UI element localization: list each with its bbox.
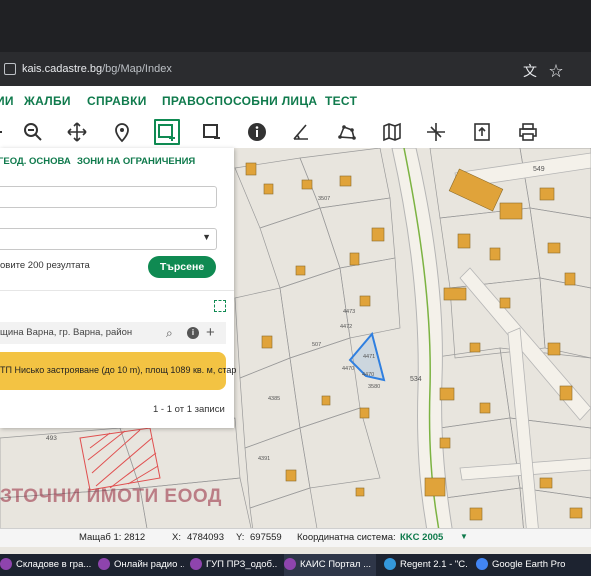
map-status-bar: Мащаб 1: 2812 X: 4784093 Y: 697559 Коорд… <box>0 528 591 547</box>
scale-value[interactable]: 2812 <box>124 532 145 543</box>
menu-item-partial[interactable]: ИИ <box>0 94 14 108</box>
tab-geodetic-base[interactable]: ГЕОД. ОСНОВА <box>0 156 71 167</box>
scale-label: Мащаб 1: <box>79 532 122 543</box>
parcel-label: 4470 <box>362 372 374 378</box>
app-icon <box>190 558 202 571</box>
parcel-label: 493 <box>46 435 57 442</box>
measure-area-icon[interactable] <box>336 121 358 143</box>
search-panel: ГЕОД. ОСНОВА ЗОНИ НА ОГРАНИЧЕНИЯ ▼ овите… <box>0 148 236 428</box>
menu-item-licensed-persons[interactable]: ПРАВОСПОСОБНИ ЛИЦА <box>162 94 317 108</box>
taskbar-item[interactable]: ГУП ПРЗ_одоб... <box>190 554 278 576</box>
parcel-label: 4391 <box>258 456 270 462</box>
x-coordinate: 4784093 <box>187 532 224 543</box>
site-menu: ИИ ЖАЛБИ СПРАВКИ ПРАВОСПОСОБНИ ЛИЦА ТЕСТ <box>0 86 591 117</box>
search-icon[interactable]: ⌕ <box>166 322 173 344</box>
taskbar-item[interactable]: Складове в гра... <box>0 554 92 576</box>
parcel-label: 534 <box>410 376 422 383</box>
y-label: Y: <box>236 532 245 543</box>
taskbar-item-active[interactable]: КАИС Портал ... <box>284 554 376 576</box>
translate-icon[interactable]: 文 <box>523 63 549 79</box>
url-text[interactable]: kais.cadastre.bg/bg/Map/Index <box>4 63 172 76</box>
export-icon[interactable] <box>471 121 493 143</box>
parcel-label: 4472 <box>340 324 352 330</box>
os-taskbar: Складове в гра... Онлайн радио ... ГУП П… <box>0 554 591 576</box>
location-pin-icon[interactable] <box>111 121 133 143</box>
coordinates-icon[interactable] <box>425 121 447 143</box>
search-type-select[interactable]: ▼ <box>0 228 217 250</box>
parcel-label: 3580 <box>368 384 380 390</box>
address-bar[interactable]: kais.cadastre.bg/bg/Map/Index 文☆ <box>0 52 591 86</box>
chevron-down-icon: ▼ <box>202 232 211 242</box>
info-icon[interactable]: i <box>187 327 199 339</box>
parcel-label: 3507 <box>318 196 330 202</box>
app-icon <box>98 558 110 571</box>
search-button[interactable]: Търсене <box>148 256 216 278</box>
search-text-input[interactable] <box>0 186 217 208</box>
taskbar-item[interactable]: Онлайн радио ... <box>98 554 184 576</box>
taskbar-item[interactable]: Google Earth Pro <box>476 554 591 576</box>
parcel-label: 549 <box>533 166 545 173</box>
result-item[interactable]: ТП Нисько застрояване (до 10 m), площ 10… <box>0 352 236 390</box>
zoom-in-icon[interactable] <box>0 121 18 143</box>
layers-map-icon[interactable] <box>381 121 403 143</box>
add-icon[interactable]: + <box>206 322 215 344</box>
menu-item-references[interactable]: СПРАВКИ <box>87 94 147 108</box>
select-rectangle-icon[interactable] <box>154 119 180 145</box>
print-icon[interactable] <box>517 121 539 143</box>
deselect-rectangle-icon[interactable] <box>201 121 223 143</box>
paging-info: 1 - 1 от 1 записи <box>153 404 225 415</box>
measure-angle-icon[interactable] <box>290 121 312 143</box>
site-info-icon[interactable] <box>4 63 16 76</box>
google-earth-icon <box>476 558 488 571</box>
crs-select[interactable]: КKC 2005 <box>400 532 443 543</box>
result-text: ТП Нисько застрояване (до 10 m), площ 10… <box>0 365 237 375</box>
results-limit-note: овите 200 резултата <box>0 260 90 271</box>
parcel-label: 4473 <box>343 309 355 315</box>
map-watermark: ЗТОЧНИ ИМОТИ ЕООД <box>0 486 222 507</box>
taskbar-item[interactable]: Regent 2.1 - "C... <box>384 554 468 576</box>
pan-icon[interactable] <box>66 121 88 143</box>
parcel-label: 4470 <box>342 366 354 372</box>
app-icon <box>284 558 296 571</box>
tab-restriction-zones[interactable]: ЗОНИ НА ОГРАНИЧЕНИЯ <box>77 156 195 167</box>
map-toolbar <box>0 116 591 149</box>
menu-item-test[interactable]: ТЕСТ <box>325 94 357 108</box>
menu-item-complaints[interactable]: ЖАЛБИ <box>24 94 71 108</box>
parcel-label: 4471 <box>363 354 375 360</box>
expand-icon[interactable] <box>214 300 226 312</box>
zoom-out-icon[interactable] <box>22 121 44 143</box>
x-label: X: <box>172 532 181 543</box>
parcel-label: 4385 <box>268 396 280 402</box>
parcel-label: 507 <box>312 342 321 348</box>
crs-label: Координатна система: <box>297 532 396 543</box>
chevron-down-icon[interactable]: ▼ <box>460 532 468 541</box>
y-coordinate: 697559 <box>250 532 282 543</box>
app-icon <box>384 558 396 571</box>
divider <box>0 290 234 291</box>
location-text: щина Варна, гр. Варна, район <box>0 327 133 338</box>
bookmark-star-icon[interactable]: ☆ <box>549 63 575 79</box>
browser-tab-strip <box>0 0 591 52</box>
info-icon[interactable] <box>246 121 268 143</box>
location-breadcrumb: щина Варна, гр. Варна, район ⌕ i + <box>0 322 226 344</box>
app-icon <box>0 558 12 571</box>
